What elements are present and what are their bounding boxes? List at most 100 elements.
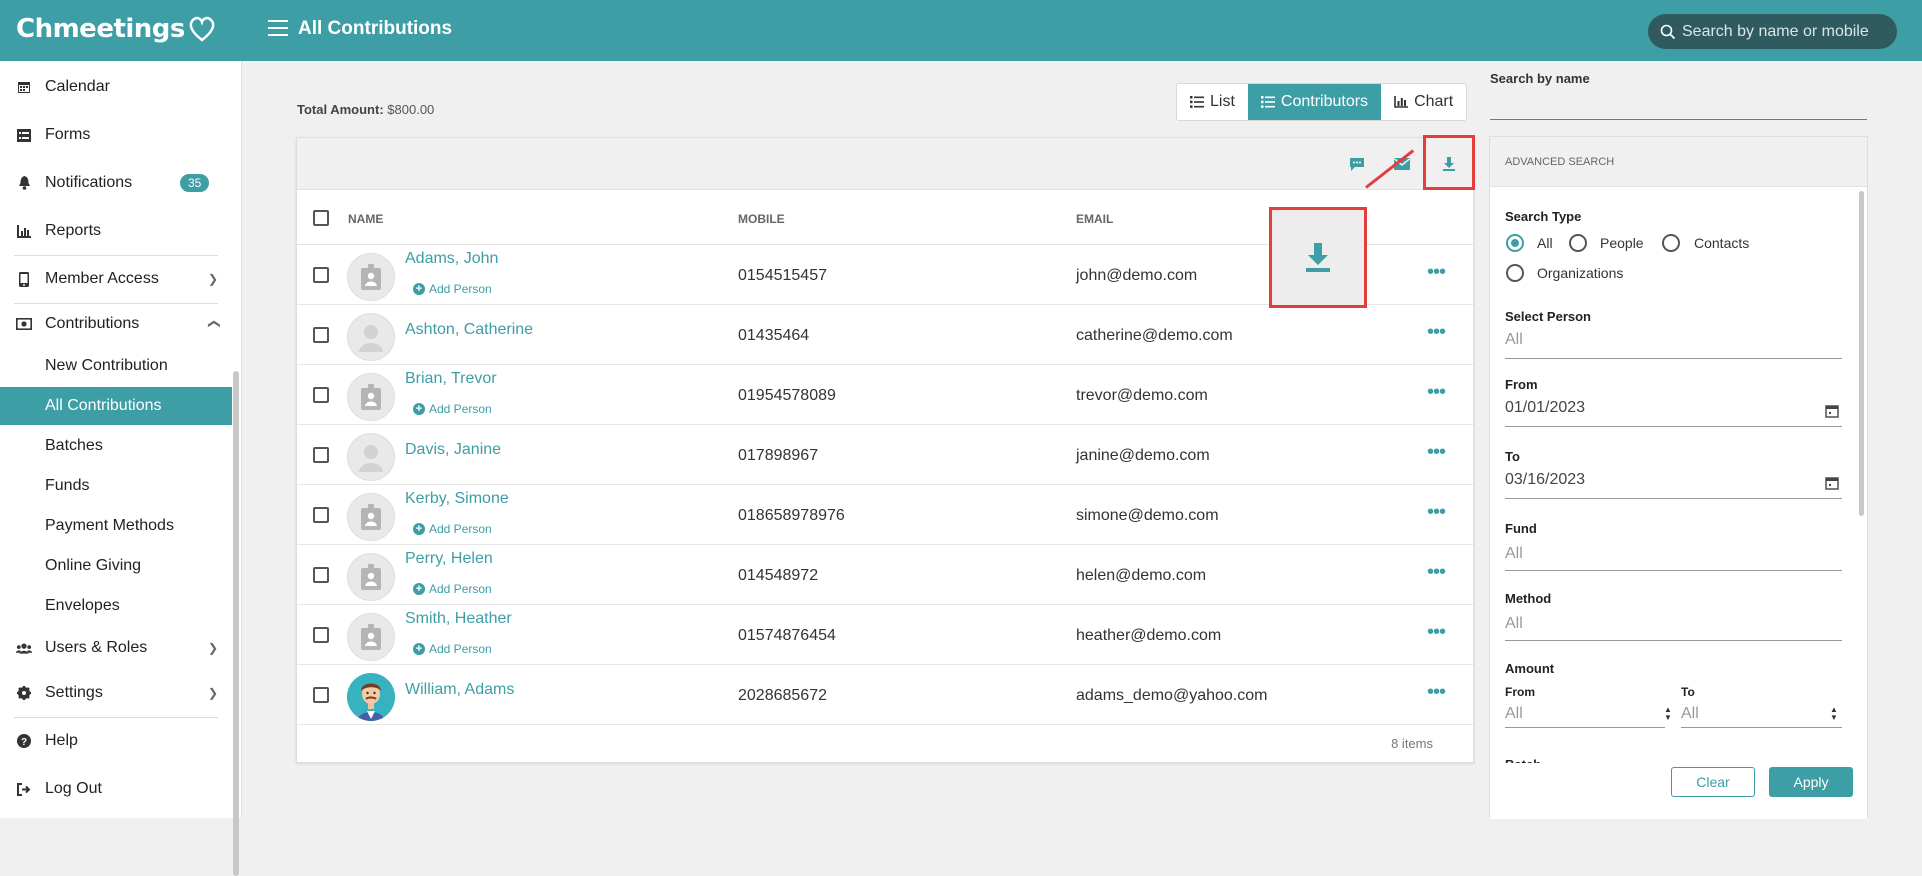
contributor-name-link[interactable]: Kerby, Simone (405, 490, 509, 508)
sidebar-sub-payment-methods[interactable]: Payment Methods (0, 507, 232, 545)
sidebar-item-log-out[interactable]: Log Out (0, 769, 232, 809)
more-actions-icon[interactable]: ••• (1427, 262, 1446, 282)
row-checkbox[interactable] (313, 447, 329, 463)
help-icon: ? (16, 733, 32, 749)
calendar-icon[interactable] (1825, 476, 1839, 490)
sidebar-item-member-access[interactable]: Member Access ❯ (0, 259, 232, 299)
to-date-label: To (1505, 449, 1520, 464)
radio-people[interactable] (1569, 234, 1587, 252)
add-person-link[interactable]: + Add Person (413, 282, 492, 296)
table-row[interactable]: Perry, Helen + Add Person 014548972 helen@de… (297, 545, 1473, 605)
table-row[interactable]: Smith, Heather + Add Person 01574876454 heat… (297, 605, 1473, 665)
sidebar-item-users-roles[interactable]: Users & Roles ❯ (0, 628, 232, 668)
contributor-name-link[interactable]: Ashton, Catherine (405, 321, 533, 339)
contributor-name-link[interactable]: Perry, Helen (405, 550, 493, 568)
column-header-name[interactable]: NAME (348, 212, 383, 226)
table-row[interactable]: Ashton, Catherine 01435464 catherine@demo.… (297, 305, 1473, 365)
apply-button[interactable]: Apply (1769, 767, 1853, 797)
more-actions-icon[interactable]: ••• (1427, 682, 1446, 702)
row-checkbox[interactable] (313, 687, 329, 703)
search-by-name-input[interactable] (1490, 119, 1867, 120)
mobile-cell: 017898967 (738, 447, 819, 464)
method-field[interactable]: All (1505, 615, 1523, 633)
amount-from-stepper[interactable]: ▲ ▼ (1664, 706, 1672, 722)
field-underline (1505, 570, 1842, 571)
calendar-icon[interactable] (1825, 404, 1839, 418)
sidebar-item-reports[interactable]: Reports (0, 211, 232, 251)
table-row[interactable]: William, Adams 2028685672 adams_demo@yahoo… (297, 665, 1473, 725)
contributor-name-link[interactable]: Brian, Trevor (405, 370, 497, 388)
chevron-down-icon: ❯ (207, 686, 218, 700)
column-header-email[interactable]: EMAIL (1076, 212, 1113, 226)
amount-to-stepper[interactable]: ▲ ▼ (1830, 706, 1838, 722)
contributor-name-link[interactable]: William, Adams (405, 681, 514, 699)
email-cell: catherine@demo.com (1076, 327, 1233, 344)
to-date-field[interactable]: 03/16/2023 (1505, 471, 1585, 489)
sidebar-item-help[interactable]: ? Help (0, 721, 232, 761)
row-checkbox[interactable] (313, 267, 329, 283)
sidebar-sub-envelopes[interactable]: Envelopes (0, 587, 232, 625)
sidebar-sub-online-giving[interactable]: Online Giving (0, 547, 232, 585)
more-actions-icon[interactable]: ••• (1427, 382, 1446, 402)
sidebar-sub-all-contributions[interactable]: All Contributions (0, 387, 232, 425)
add-person-link[interactable]: + Add Person (413, 522, 492, 536)
sidebar-item-notifications[interactable]: Notifications 35 (0, 163, 232, 203)
contributor-name-link[interactable]: Smith, Heather (405, 610, 512, 628)
contributor-name-link[interactable]: Davis, Janine (405, 441, 501, 459)
row-checkbox[interactable] (313, 627, 329, 643)
download-icon (1306, 242, 1330, 272)
sidebar-item-settings[interactable]: Settings ❯ (0, 673, 232, 713)
tab-list[interactable]: List (1177, 84, 1248, 120)
more-actions-icon[interactable]: ••• (1427, 502, 1446, 522)
row-checkbox[interactable] (313, 507, 329, 523)
advanced-search-scrollbar[interactable] (1859, 191, 1864, 516)
fund-field[interactable]: All (1505, 545, 1523, 563)
top-search-box[interactable] (1648, 14, 1897, 49)
app-logo[interactable]: Chmeetings (16, 14, 217, 44)
radio-all[interactable] (1506, 234, 1524, 252)
table-row[interactable]: Kerby, Simone + Add Person 018658978976 simo… (297, 485, 1473, 545)
top-bar: Chmeetings All Contributions (0, 0, 1922, 61)
sidebar-item-label: Notifications (45, 174, 133, 191)
from-date-label: From (1505, 377, 1538, 392)
column-header-mobile[interactable]: MOBILE (738, 212, 785, 226)
add-person-link[interactable]: + Add Person (413, 642, 492, 656)
sidebar-sub-new-contribution[interactable]: New Contribution (0, 347, 232, 385)
row-checkbox[interactable] (313, 327, 329, 343)
table-row[interactable]: Davis, Janine 017898967 janine@demo.com ••• (297, 425, 1473, 485)
radio-organizations[interactable] (1506, 264, 1524, 282)
id-badge-icon (347, 253, 395, 301)
tab-contributors[interactable]: Contributors (1247, 84, 1382, 120)
id-badge-icon (347, 613, 395, 661)
tab-chart[interactable]: Chart (1381, 84, 1466, 120)
more-actions-icon[interactable]: ••• (1427, 322, 1446, 342)
add-person-link[interactable]: + Add Person (413, 402, 492, 416)
sms-button[interactable] (1348, 155, 1366, 173)
add-person-link[interactable]: + Add Person (413, 582, 492, 596)
row-checkbox[interactable] (313, 387, 329, 403)
radio-organizations-label: Organizations (1537, 265, 1624, 281)
top-search-input[interactable] (1682, 22, 1892, 41)
row-checkbox[interactable] (313, 567, 329, 583)
select-all-checkbox[interactable] (313, 210, 329, 226)
amount-from-field[interactable]: All (1505, 705, 1523, 723)
sidebar-sub-funds[interactable]: Funds (0, 467, 232, 505)
menu-toggle-icon[interactable] (268, 20, 288, 38)
chevron-down-icon: ❯ (207, 641, 218, 655)
from-date-field[interactable]: 01/01/2023 (1505, 399, 1585, 417)
sidebar-item-calendar[interactable]: Calendar (0, 67, 232, 107)
sidebar-scrollbar[interactable] (233, 371, 239, 876)
more-actions-icon[interactable]: ••• (1427, 562, 1446, 582)
more-actions-icon[interactable]: ••• (1427, 442, 1446, 462)
sidebar-item-forms[interactable]: Forms (0, 115, 232, 155)
more-actions-icon[interactable]: ••• (1427, 622, 1446, 642)
contributor-name-link[interactable]: Adams, John (405, 250, 498, 268)
radio-contacts[interactable] (1662, 234, 1680, 252)
sidebar-sub-batches[interactable]: Batches (0, 427, 232, 465)
clear-button[interactable]: Clear (1671, 767, 1755, 797)
select-person-field[interactable]: All (1505, 331, 1523, 349)
field-underline (1505, 358, 1842, 359)
sidebar-item-contributions[interactable]: Contributions ❯ (0, 304, 232, 344)
table-row[interactable]: Brian, Trevor + Add Person 01954578089 trevo… (297, 365, 1473, 425)
amount-to-field[interactable]: All (1681, 705, 1699, 723)
